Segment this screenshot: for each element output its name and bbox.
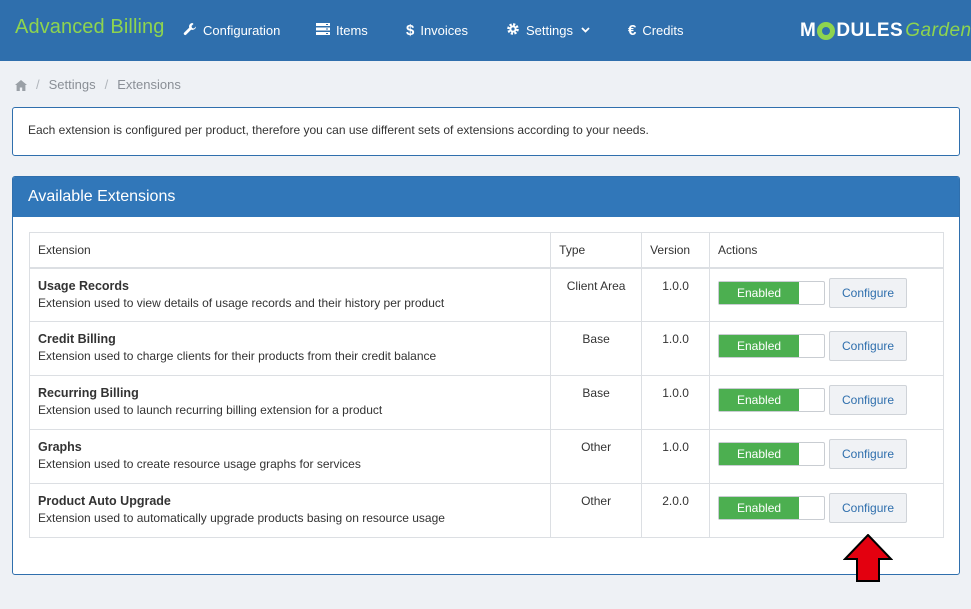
table-row: Usage Records Extension used to view det…: [28, 267, 944, 322]
extension-version: 2.0.0: [641, 483, 711, 538]
extension-type: Base: [550, 321, 643, 376]
column-header-type: Type: [550, 232, 643, 269]
extension-name: Graphs: [38, 440, 82, 454]
nav-items-label: Items: [336, 23, 368, 38]
extension-version: 1.0.0: [641, 429, 711, 484]
table-row: Recurring Billing Extension used to laun…: [28, 375, 944, 430]
nav-settings-label: Settings: [526, 23, 573, 38]
breadcrumb-extensions: Extensions: [117, 76, 181, 92]
configure-button[interactable]: Configure: [829, 385, 908, 415]
dollar-icon: $: [406, 22, 415, 39]
table-row: Credit Billing Extension used to charge …: [28, 321, 944, 376]
red-arrow-up-icon: [842, 533, 894, 582]
extension-name: Credit Billing: [38, 332, 116, 346]
enabled-toggle[interactable]: Enabled: [718, 388, 826, 412]
table-header-row: Extension Type Version Actions: [28, 232, 944, 269]
extensions-panel: Available Extensions Extension Type Vers…: [12, 176, 960, 575]
nav-settings[interactable]: Settings: [506, 0, 590, 61]
top-navbar: Advanced Billing Configuration Items $ I…: [0, 0, 971, 61]
configure-button[interactable]: Configure: [829, 439, 908, 469]
column-header-extension: Extension: [28, 232, 552, 269]
app-brand[interactable]: Advanced Billing: [15, 16, 164, 39]
server-icon: [316, 22, 330, 39]
extension-version: 1.0.0: [641, 321, 711, 376]
configure-button[interactable]: Configure: [829, 331, 908, 361]
extensions-table: Extension Type Version Actions Usage Rec…: [28, 232, 944, 538]
home-icon[interactable]: [15, 79, 27, 91]
extension-description: Extension used to launch recurring billi…: [38, 403, 383, 417]
configure-button[interactable]: Configure: [829, 277, 908, 308]
nav-credits[interactable]: € Credits: [628, 0, 684, 61]
info-box: Each extension is configured per product…: [12, 107, 960, 156]
extension-type: Other: [550, 483, 643, 538]
extension-version: 1.0.0: [641, 375, 711, 430]
extension-name: Product Auto Upgrade: [38, 494, 171, 508]
logo-gear-icon: [817, 22, 836, 40]
breadcrumb-settings[interactable]: Settings: [49, 77, 96, 92]
table-row: Product Auto Upgrade Extension used to a…: [28, 483, 944, 538]
chevron-down-icon: [581, 25, 590, 36]
nav-configuration[interactable]: Configuration: [183, 0, 280, 61]
extension-type: Client Area: [550, 267, 643, 322]
nav-items[interactable]: Items: [316, 0, 368, 61]
extension-name: Usage Records: [38, 278, 130, 293]
breadcrumb: / Settings / Extensions: [15, 76, 181, 92]
nav-credits-label: Credits: [642, 23, 684, 38]
extension-description: Extension used to create resource usage …: [38, 457, 361, 471]
wrench-icon: [183, 22, 197, 39]
nav-invoices[interactable]: $ Invoices: [406, 0, 468, 61]
enabled-toggle[interactable]: Enabled: [718, 280, 826, 305]
column-header-actions: Actions: [709, 232, 944, 269]
extension-name: Recurring Billing: [38, 386, 139, 400]
enabled-toggle[interactable]: Enabled: [718, 334, 826, 358]
breadcrumb-separator: /: [36, 76, 40, 92]
modulesgarden-logo: M DULES Garden: [800, 20, 971, 41]
extension-type: Base: [550, 375, 643, 430]
nav-invoices-label: Invoices: [420, 23, 469, 38]
extension-description: Extension used to view details of usage …: [38, 295, 445, 310]
configure-button[interactable]: Configure: [829, 493, 908, 523]
euro-icon: €: [628, 22, 637, 39]
gear-icon: [506, 22, 520, 39]
nav-configuration-label: Configuration: [203, 23, 281, 38]
panel-title: Available Extensions: [13, 177, 959, 217]
breadcrumb-separator: /: [104, 76, 109, 92]
info-text: Each extension is configured per product…: [28, 123, 649, 137]
enabled-toggle[interactable]: Enabled: [718, 496, 826, 520]
table-row: Graphs Extension used to create resource…: [28, 429, 944, 484]
enabled-toggle[interactable]: Enabled: [718, 442, 826, 466]
extension-description: Extension used to automatically upgrade …: [38, 511, 445, 525]
extension-version: 1.0.0: [641, 267, 711, 322]
column-header-version: Version: [641, 232, 711, 269]
extension-description: Extension used to charge clients for the…: [38, 349, 437, 363]
extension-type: Other: [550, 429, 643, 484]
